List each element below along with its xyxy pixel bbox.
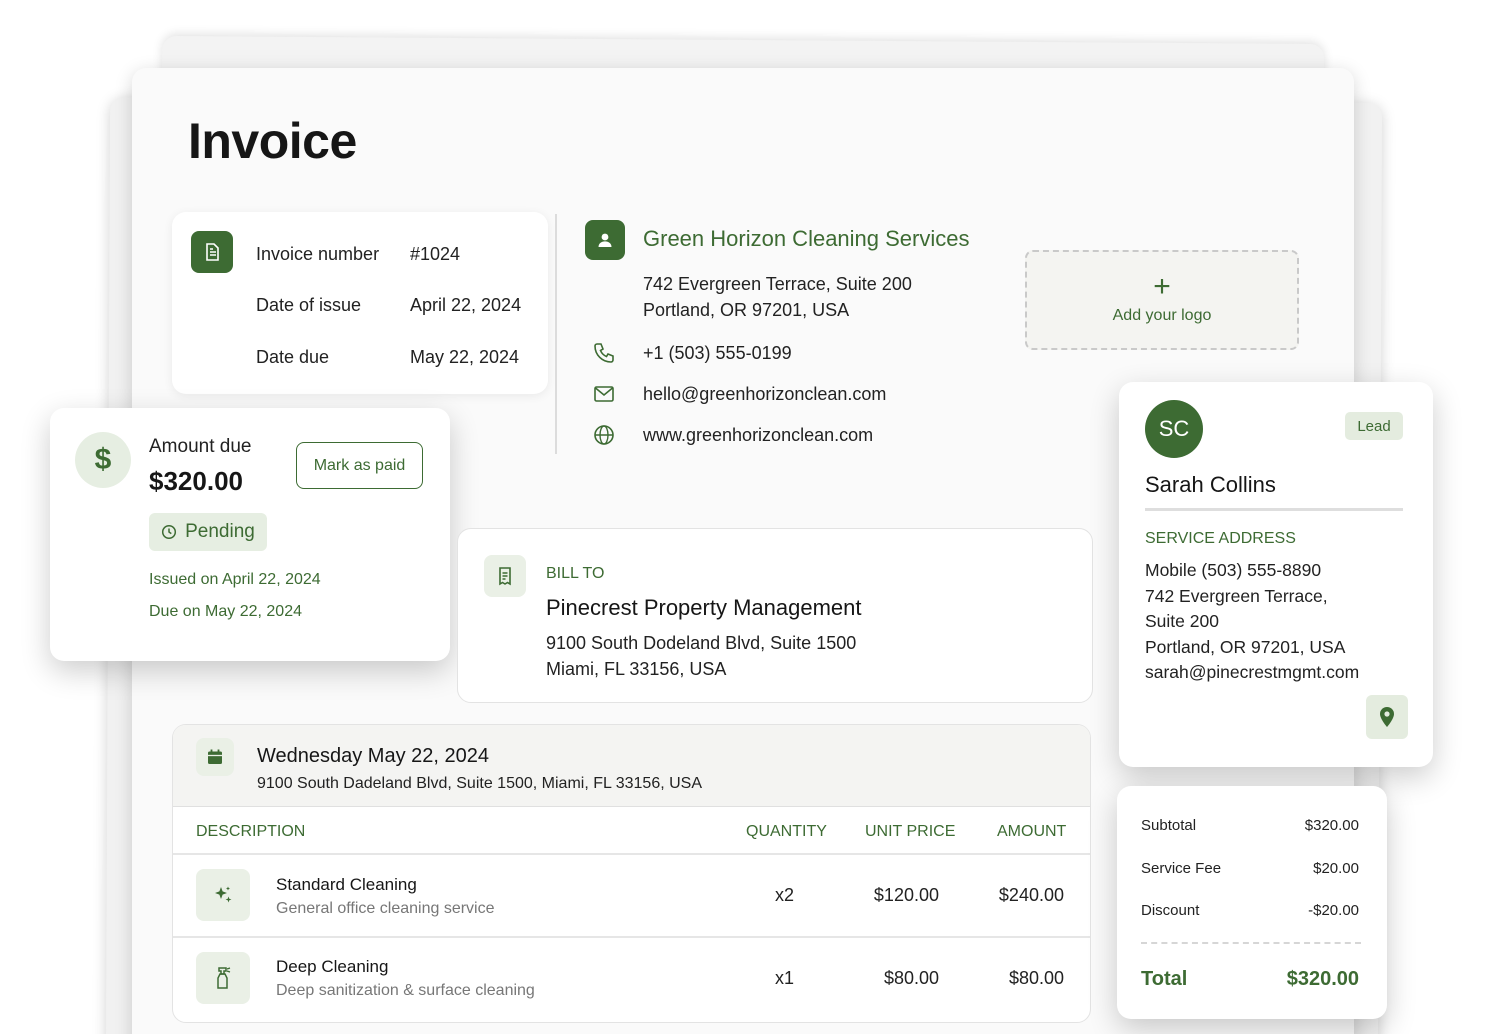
client-email[interactable]: sarah@pinecrestmgmt.com [1145, 662, 1359, 683]
line-items-card: Wednesday May 22, 2024 9100 South Dadela… [172, 724, 1091, 1023]
item-amount: $240.00 [998, 885, 1064, 905]
item-amount: $80.00 [1008, 968, 1064, 988]
mail-icon [594, 386, 614, 402]
item-quantity: x1 [774, 968, 794, 988]
receipt-icon [484, 555, 526, 597]
column-header-unit-price: UNIT PRICE [865, 823, 956, 840]
date-due-label: Date due [256, 347, 330, 367]
totals-card: Subtotal $320.00 Service Fee $20.00 Disc… [1117, 786, 1387, 1019]
map-pin-icon [1380, 707, 1394, 727]
subtotal-value: $320.00 [1304, 817, 1359, 834]
service-fee-value: $20.00 [1313, 860, 1359, 877]
client-address-line: Suite 200 [1145, 611, 1219, 631]
bill-to-address-line2: Miami, FL 33156, USA [546, 659, 727, 679]
item-unit-price: $120.00 [873, 885, 939, 905]
schedule-address: 9100 South Dadeland Blvd, Suite 1500, Mi… [257, 775, 703, 792]
date-of-issue-value: April 22, 2024 [410, 295, 522, 315]
amount-due-card: $ Amount due $320.00 Mark as paid Pendin… [50, 408, 450, 661]
dashed-divider [1141, 942, 1361, 944]
item-quantity: x2 [774, 885, 794, 905]
mark-as-paid-button[interactable]: Mark as paid [296, 442, 423, 489]
add-logo-dropzone[interactable]: + Add your logo [1025, 250, 1299, 350]
bill-to-label: BILL TO [546, 565, 605, 582]
company-address-line2: Portland, OR 97201, USA [643, 300, 850, 320]
invoice-number-value: #1024 [410, 244, 461, 264]
dollar-icon: $ [75, 432, 131, 488]
client-mobile: Mobile (503) 555-8890 [1145, 560, 1322, 580]
plus-icon: + [1153, 270, 1171, 303]
service-address-label: SERVICE ADDRESS [1145, 530, 1296, 547]
document-icon [191, 231, 233, 273]
client-address-line: 742 Evergreen Terrace, [1145, 586, 1328, 606]
add-logo-label: Add your logo [1112, 307, 1212, 324]
phone-icon [594, 343, 614, 363]
column-header-description: DESCRIPTION [196, 823, 306, 840]
item-description: Deep sanitization & surface cleaning [276, 982, 535, 999]
avatar: SC [1145, 400, 1203, 458]
service-fee-label: Service Fee [1141, 860, 1222, 877]
client-name: Sarah Collins [1145, 472, 1276, 497]
discount-label: Discount [1141, 902, 1200, 919]
subtotal-label: Subtotal [1141, 817, 1197, 834]
column-header-amount: AMOUNT [997, 823, 1067, 840]
discount-value: -$20.00 [1308, 902, 1359, 919]
item-unit-price: $80.00 [883, 968, 939, 988]
invoice-number-label: Invoice number [256, 244, 380, 264]
user-icon [585, 220, 625, 260]
due-date-note: Due on May 22, 2024 [149, 603, 302, 620]
item-description: General office cleaning service [276, 900, 495, 917]
date-due-value: May 22, 2024 [410, 347, 520, 367]
company-address-line1: 742 Evergreen Terrace, Suite 200 [643, 274, 912, 294]
bill-to-address-line1: 9100 South Dodeland Blvd, Suite 1500 [546, 633, 857, 653]
company-website[interactable]: www.greenhorizonclean.com [643, 425, 873, 446]
date-of-issue-label: Date of issue [256, 295, 362, 315]
schedule-header: Wednesday May 22, 2024 9100 South Dadela… [173, 725, 1090, 807]
divider [555, 214, 557, 454]
calendar-icon [196, 738, 234, 776]
amount-due-value: $320.00 [149, 466, 243, 496]
amount-due-label: Amount due [149, 436, 252, 457]
company-phone[interactable]: +1 (503) 555-0199 [643, 343, 792, 364]
lead-badge: Lead [1345, 412, 1403, 440]
sparkles-icon [196, 869, 250, 921]
divider [1145, 508, 1403, 511]
item-name: Deep Cleaning [276, 957, 389, 976]
company-email[interactable]: hello@greenhorizonclean.com [643, 384, 886, 405]
page-title: Invoice [188, 113, 357, 169]
bill-to-name: Pinecrest Property Management [546, 595, 862, 620]
map-pin-button[interactable] [1366, 695, 1408, 739]
invoice-meta-card: Invoice number #1024 Date of issue April… [172, 212, 548, 394]
total-label: Total [1141, 968, 1188, 990]
total-value: $320.00 [1286, 968, 1359, 990]
spray-bottle-icon [196, 952, 250, 1004]
status-badge: Pending [149, 513, 267, 551]
column-header-quantity: QUANTITY [746, 823, 827, 840]
table-row[interactable]: Deep Cleaning Deep sanitization & surfac… [173, 938, 1090, 1020]
schedule-date: Wednesday May 22, 2024 [257, 745, 490, 767]
item-name: Standard Cleaning [276, 875, 417, 894]
bill-to-card: BILL TO Pinecrest Property Management 91… [457, 528, 1093, 703]
client-card: SC Lead Sarah Collins SERVICE ADDRESS Mo… [1119, 382, 1433, 767]
clock-icon [162, 524, 177, 540]
table-row[interactable]: Standard Cleaning General office cleanin… [173, 855, 1090, 935]
issued-date-note: Issued on April 22, 2024 [149, 571, 321, 588]
globe-icon [594, 425, 614, 445]
company-name: Green Horizon Cleaning Services [643, 226, 970, 251]
status-text: Pending [185, 521, 255, 542]
client-address-line: Portland, OR 97201, USA [1145, 637, 1346, 657]
